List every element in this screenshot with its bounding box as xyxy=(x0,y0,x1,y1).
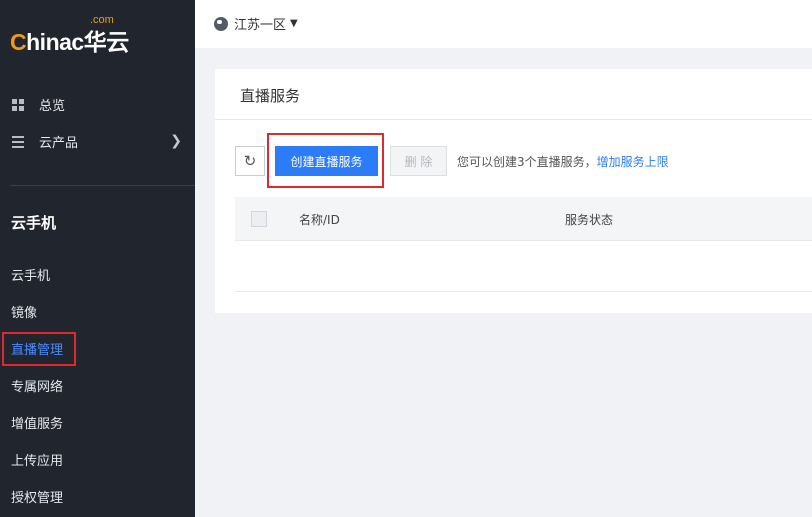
highlight-box-live-management xyxy=(2,332,76,366)
delete-button[interactable]: 删 除 xyxy=(390,146,447,176)
card-divider xyxy=(215,119,812,120)
sidebar-item-authorization[interactable]: 授权管理 xyxy=(0,478,195,515)
sidebar-item-cloud-phone[interactable]: 云手机 xyxy=(0,256,195,293)
column-header-status: 服务状态 xyxy=(565,213,614,227)
region-selector[interactable]: 江苏一区 ▼ xyxy=(214,14,298,33)
globe-icon xyxy=(214,16,228,31)
sidebar-item-value-added-services[interactable]: 增值服务 xyxy=(0,404,195,441)
column-header-name: 名称/ID xyxy=(299,213,340,227)
sidebar-item-images[interactable]: 镜像 xyxy=(0,293,195,330)
top-bar: 江苏一区 ▼ xyxy=(195,0,812,48)
sidebar-item-label: 总览 xyxy=(39,99,66,114)
logo-brand-text: Chinac华云 xyxy=(10,29,129,55)
region-label: 江苏一区 xyxy=(234,18,287,33)
live-service-card: 直播服务 ↻ 创建直播服务 删 除 您可以创建3个直播服务，增加服务上限 名称/… xyxy=(215,69,812,313)
sidebar-item-upload-apps[interactable]: 上传应用 xyxy=(0,441,195,478)
service-limit-hint: 您可以创建3个直播服务，增加服务上限 xyxy=(457,153,669,170)
chinac-logo[interactable]: .com Chinac华云 xyxy=(10,14,170,55)
sidebar-divider xyxy=(10,185,195,186)
dashboard-grid-icon xyxy=(11,98,25,112)
sidebar-top-nav: 总览 云产品 ❯ xyxy=(0,86,195,160)
sidebar-item-cloud-products[interactable]: 云产品 ❯ xyxy=(0,123,195,160)
sidebar-item-overview[interactable]: 总览 xyxy=(0,86,195,123)
refresh-icon: ↻ xyxy=(243,152,257,170)
select-all-checkbox[interactable] xyxy=(251,211,267,227)
hint-text: 您可以创建3个直播服务， xyxy=(457,155,597,169)
menu-lines-icon xyxy=(11,135,25,149)
refresh-button[interactable]: ↻ xyxy=(235,146,265,176)
chevron-right-icon: ❯ xyxy=(170,133,182,149)
chevron-down-icon: ▼ xyxy=(290,18,298,29)
sidebar-item-label: 云产品 xyxy=(39,136,79,151)
page-title: 直播服务 xyxy=(240,87,301,105)
sidebar-section-title: 云手机 xyxy=(11,214,57,232)
table-bottom-border xyxy=(235,291,812,292)
highlight-box-create-button xyxy=(267,133,384,188)
sidebar: .com Chinac华云 总览 云产品 ❯ 云手机 云手机 镜像 直播管理 专… xyxy=(0,0,195,517)
increase-limit-link[interactable]: 增加服务上限 xyxy=(597,155,669,169)
sidebar-item-dedicated-network[interactable]: 专属网络 xyxy=(0,367,195,404)
sidebar-sub-nav: 云手机 镜像 直播管理 专属网络 增值服务 上传应用 授权管理 xyxy=(0,256,195,515)
table-header: 名称/ID 服务状态 xyxy=(235,197,812,241)
